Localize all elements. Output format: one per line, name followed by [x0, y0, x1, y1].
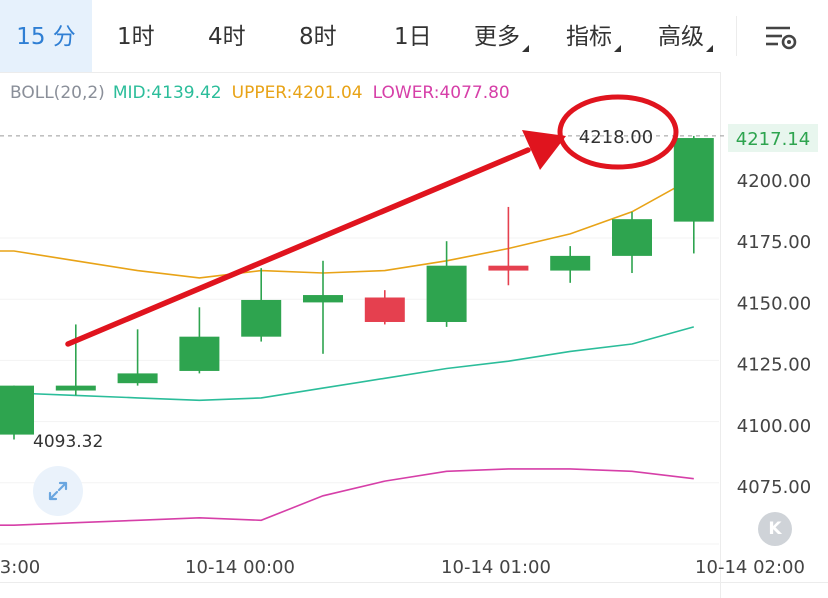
- boll-legend: BOLL(20,2) MID:4139.42 UPPER:4201.04 LOWER:…: [10, 83, 520, 103]
- boll-mid-value: MID:4139.42: [112, 83, 222, 103]
- expand-icon: [48, 481, 68, 501]
- boll-lower-value: LOWER:4077.80: [372, 83, 510, 103]
- y-tick-label: 4200.00: [737, 171, 811, 192]
- candle-body: [673, 138, 714, 222]
- x-tick-label: 10-14 02:00: [695, 557, 805, 578]
- candle-body: [0, 385, 34, 435]
- last-price-label: 4217.14: [736, 129, 810, 150]
- y-tick-label: 4075.00: [737, 477, 811, 498]
- candle-body: [55, 385, 96, 391]
- boll-upper-value: UPPER:4201.04: [231, 83, 363, 103]
- y-tick-label: 4175.00: [737, 232, 811, 253]
- bottom-divider: [0, 582, 828, 583]
- candle-body: [550, 255, 591, 271]
- candle-body: [303, 295, 343, 303]
- candle-body: [612, 219, 652, 256]
- boll-mid-line: [0, 326, 695, 402]
- x-tick-label: 10-14 01:00: [441, 557, 551, 578]
- candle-body: [426, 265, 467, 322]
- candle-body: [488, 265, 529, 271]
- candle-body: [241, 299, 282, 337]
- x-tick-label: 10-14 00:00: [185, 557, 295, 578]
- boll-indicator-name: BOLL(20,2): [10, 83, 105, 103]
- y-tick-label: 4125.00: [737, 355, 811, 376]
- expand-chart-button[interactable]: [33, 466, 83, 516]
- jump-to-latest-button[interactable]: K: [758, 512, 792, 546]
- y-tick-label: 4150.00: [737, 293, 811, 314]
- x-tick-label: 3:00: [0, 557, 40, 578]
- candle-body: [117, 373, 158, 384]
- candle-body: [364, 297, 405, 322]
- boll-lower-line: [0, 468, 694, 527]
- low-price-marker: 4093.32: [33, 432, 103, 452]
- candle-body: [179, 336, 220, 371]
- annotation-price-label: 4218.00: [579, 127, 653, 148]
- y-tick-label: 4100.00: [737, 416, 811, 437]
